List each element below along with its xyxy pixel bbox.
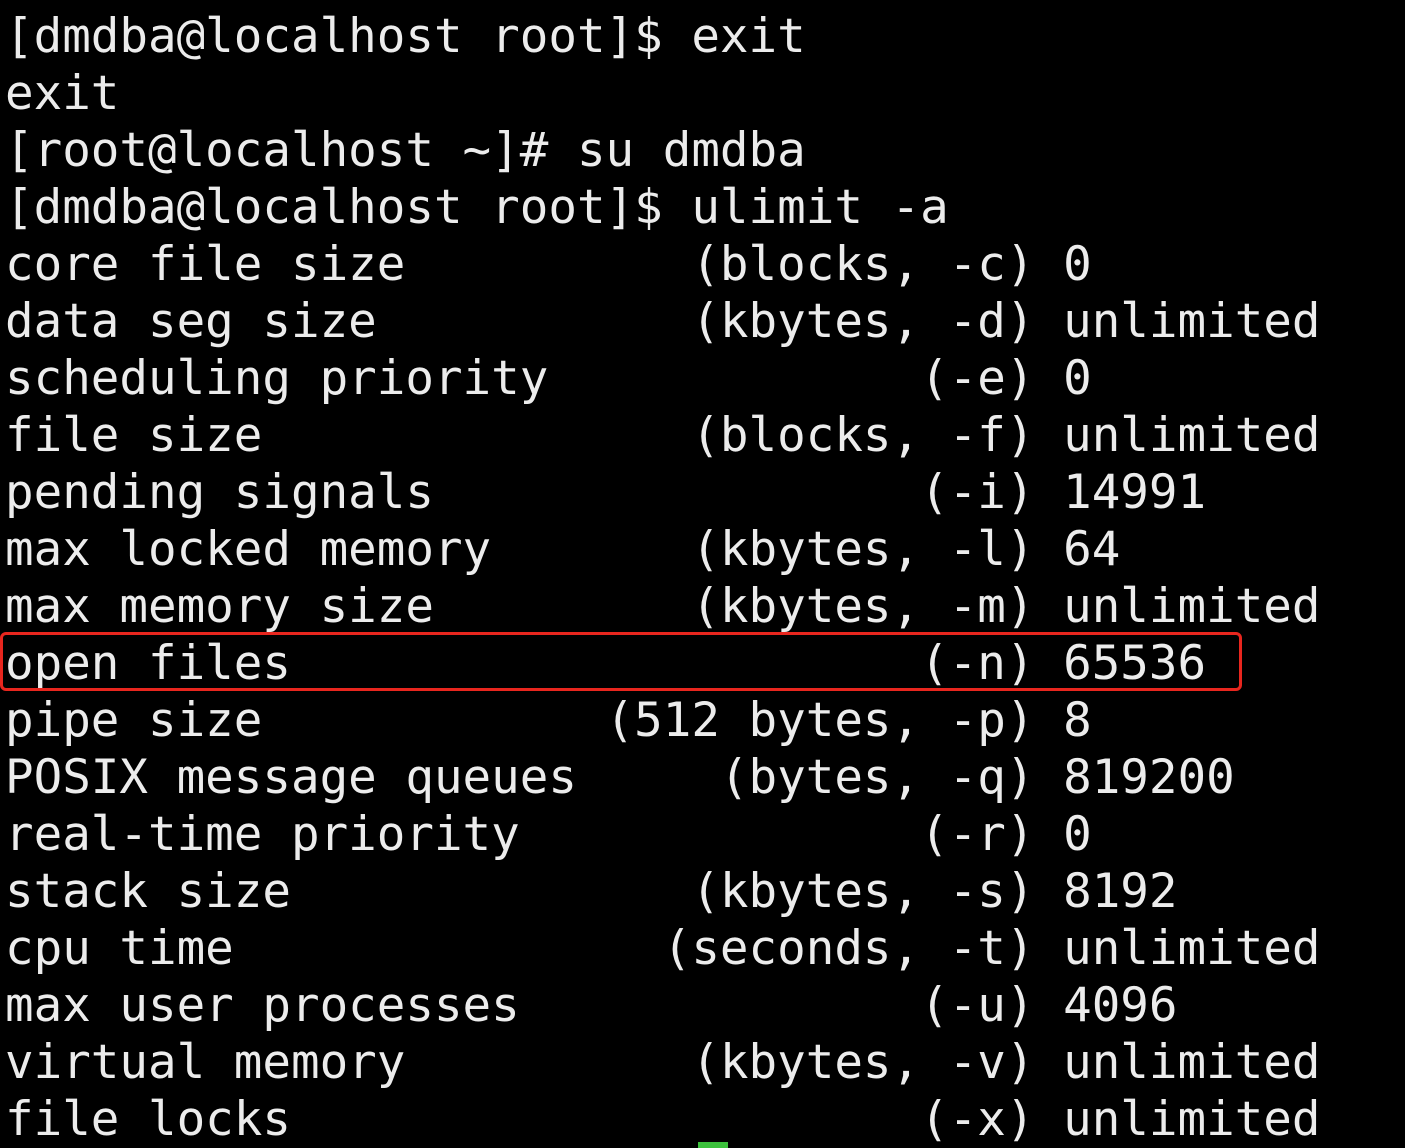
ulimit-data-seg-size: data seg size (kbytes, -d) unlimited <box>5 294 1321 349</box>
ulimit-pipe-size: pipe size (512 bytes, -p) 8 <box>5 693 1092 748</box>
ulimit-virtual-memory: virtual memory (kbytes, -v) unlimited <box>5 1035 1321 1090</box>
terminal-cursor <box>698 1142 728 1148</box>
terminal-line-prompt-exit: [dmdba@localhost root]$ exit <box>5 9 806 64</box>
open-files-highlight-box <box>0 632 1242 691</box>
ulimit-file-size: file size (blocks, -f) unlimited <box>5 408 1321 463</box>
ulimit-posix-message-queues: POSIX message queues (bytes, -q) 819200 <box>5 750 1235 805</box>
ulimit-max-user-processes: max user processes (-u) 4096 <box>5 978 1178 1033</box>
terminal-window[interactable]: [dmdba@localhost root]$ exit exit [root@… <box>0 0 1405 1148</box>
ulimit-real-time-priority: real-time priority (-r) 0 <box>5 807 1092 862</box>
ulimit-pending-signals: pending signals (-i) 14991 <box>5 465 1207 520</box>
ulimit-core-file-size: core file size (blocks, -c) 0 <box>5 237 1092 292</box>
ulimit-cpu-time: cpu time (seconds, -t) unlimited <box>5 921 1321 976</box>
terminal-line-prompt-ulimit: [dmdba@localhost root]$ ulimit -a <box>5 180 949 235</box>
terminal-line-prompt-su: [root@localhost ~]# su dmdba <box>5 123 806 178</box>
ulimit-max-memory-size: max memory size (kbytes, -m) unlimited <box>5 579 1321 634</box>
terminal-line-exit-output: exit <box>5 66 120 121</box>
ulimit-max-locked-memory: max locked memory (kbytes, -l) 64 <box>5 522 1121 577</box>
ulimit-file-locks: file locks (-x) unlimited <box>5 1092 1321 1147</box>
ulimit-scheduling-priority: scheduling priority (-e) 0 <box>5 351 1092 406</box>
ulimit-stack-size: stack size (kbytes, -s) 8192 <box>5 864 1178 919</box>
